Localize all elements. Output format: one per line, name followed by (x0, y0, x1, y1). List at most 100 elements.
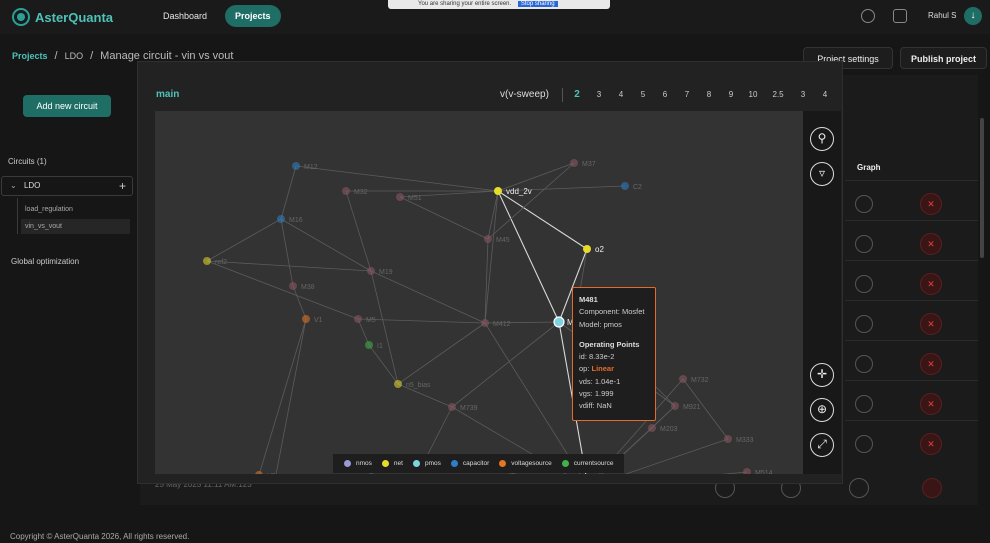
fit-screen-icon[interactable]: ⤢ (810, 433, 834, 457)
graph-icon[interactable] (855, 195, 873, 213)
sweep-tab[interactable]: 6 (654, 89, 676, 101)
graph-node-dot[interactable] (621, 182, 629, 190)
graph-node[interactable]: M12 (292, 162, 318, 171)
sweep-tab[interactable]: 8 (698, 89, 720, 101)
graph-node-dot[interactable] (289, 282, 297, 290)
stop-sharing-button[interactable]: Stop sharing (517, 1, 558, 7)
delete-icon[interactable]: ✕ (920, 273, 942, 295)
graph-node-dot[interactable] (494, 187, 502, 195)
legend-item[interactable]: pmos (412, 460, 441, 467)
legend-item[interactable]: net (381, 460, 403, 467)
delete-icon[interactable]: ✕ (920, 193, 942, 215)
graph-node[interactable]: M37 (570, 159, 596, 168)
graph-node-dot[interactable] (365, 341, 373, 349)
graph-node[interactable]: M38 (289, 282, 315, 291)
sweep-tab[interactable]: 10 (742, 89, 764, 101)
graph-node-dot[interactable] (367, 267, 375, 275)
graph-node-dot[interactable] (255, 471, 263, 474)
filter-icon[interactable]: ▿ (810, 162, 834, 186)
sweep-tab[interactable]: 5 (632, 89, 654, 101)
graph-node[interactable]: M739 (448, 403, 478, 412)
nav-projects[interactable]: Projects (225, 5, 281, 27)
delete-icon[interactable]: ✕ (920, 313, 942, 335)
graph-node-dot[interactable] (553, 316, 565, 328)
graph-node[interactable]: I1 (365, 341, 383, 350)
graph-node-dot[interactable] (648, 424, 656, 432)
sweep-tab[interactable]: 2 (566, 89, 588, 101)
legend-item[interactable]: capacitor (450, 460, 489, 467)
graph-node-dot[interactable] (583, 245, 591, 253)
graph-node-dot[interactable] (277, 215, 285, 223)
app-logo[interactable]: AsterQuanta (12, 8, 113, 26)
graph-icon[interactable] (849, 478, 869, 498)
zoom-in-icon[interactable]: ⊕ (810, 398, 834, 422)
graph-node-dot[interactable] (302, 315, 310, 323)
graph-node-dot[interactable] (342, 187, 350, 195)
graph-svg[interactable]: vdd_2vo2M481vddM12M32M51M45M37C2M16M19re… (155, 111, 803, 474)
graph-icon[interactable] (855, 395, 873, 413)
add-new-circuit-button[interactable]: Add new circuit (23, 95, 111, 117)
delete-icon[interactable]: ✕ (920, 433, 942, 455)
breadcrumb-projects[interactable]: Projects (12, 51, 48, 61)
global-optimization-link[interactable]: Global optimization (11, 257, 79, 266)
graph-node-dot[interactable] (354, 315, 362, 323)
graph-node[interactable]: M203 (648, 424, 678, 433)
graph-node-dot[interactable] (743, 468, 751, 474)
add-test-icon[interactable]: + (119, 177, 126, 195)
search-icon[interactable]: ⚲ (810, 127, 834, 151)
sweep-tab[interactable]: 4 (814, 89, 836, 101)
circuit-graph-canvas[interactable]: vdd_2vo2M481vddM12M32M51M45M37C2M16M19re… (155, 111, 803, 474)
graph-icon[interactable] (855, 315, 873, 333)
nav-dashboard[interactable]: Dashboard (153, 5, 217, 27)
sweep-tab[interactable]: 2.5 (764, 89, 792, 101)
graph-icon[interactable] (855, 235, 873, 253)
graph-node-dot[interactable] (203, 257, 211, 265)
settings-gear-icon[interactable] (861, 9, 875, 23)
sweep-tab[interactable]: 7 (676, 89, 698, 101)
delete-icon[interactable]: ✕ (920, 353, 942, 375)
legend-item[interactable]: currentsource (561, 460, 613, 467)
graph-node[interactable]: M16 (277, 215, 303, 224)
scrollbar[interactable] (980, 118, 984, 258)
graph-node-dot[interactable] (570, 159, 578, 167)
graph-node-dot[interactable] (679, 375, 687, 383)
graph-node[interactable]: V2 (255, 471, 276, 474)
graph-node[interactable]: M51 (396, 193, 422, 202)
notification-icon[interactable] (893, 9, 907, 23)
graph-node[interactable]: M412 (481, 319, 511, 328)
graph-node[interactable]: C2 (621, 182, 642, 191)
legend-item[interactable]: voltagesource (499, 460, 552, 467)
graph-node[interactable]: n5_bias (394, 380, 431, 389)
graph-node[interactable]: M921 (671, 402, 701, 411)
graph-node[interactable]: M32 (342, 187, 368, 196)
sweep-tab[interactable]: 4 (610, 89, 632, 101)
graph-node-dot[interactable] (481, 319, 489, 327)
graph-node-dot[interactable] (484, 235, 492, 243)
graph-node[interactable]: M19 (367, 267, 393, 276)
graph-node-dot[interactable] (396, 193, 404, 201)
graph-icon[interactable] (855, 275, 873, 293)
graph-node[interactable]: M514 (743, 468, 773, 474)
breadcrumb-ldo[interactable]: LDO (65, 51, 84, 61)
user-menu-icon[interactable]: ↓ (964, 7, 982, 25)
graph-node-dot[interactable] (394, 380, 402, 388)
graph-node[interactable]: ref2 (203, 257, 227, 266)
graph-icon[interactable] (855, 435, 873, 453)
sweep-tab[interactable]: 9 (720, 89, 742, 101)
graph-icon[interactable] (855, 355, 873, 373)
delete-icon[interactable] (922, 478, 942, 498)
graph-node-dot[interactable] (671, 402, 679, 410)
delete-icon[interactable]: ✕ (920, 393, 942, 415)
legend-item[interactable]: nmos (344, 460, 372, 467)
graph-node-dot[interactable] (724, 435, 732, 443)
circuit-ldo[interactable]: ⌄ LDO + (1, 176, 133, 196)
sidebar-item-load-regulation[interactable]: load_regulation (21, 202, 130, 217)
graph-node[interactable]: M333 (724, 435, 754, 444)
sweep-tab[interactable]: 3 (588, 89, 610, 101)
graph-node-dot[interactable] (292, 162, 300, 170)
publish-project-button[interactable]: Publish project (900, 47, 987, 69)
graph-node[interactable]: M45 (484, 235, 510, 244)
graph-node[interactable]: V1 (302, 315, 323, 324)
sweep-tab[interactable]: 3 (792, 89, 814, 101)
graph-node[interactable]: M732 (679, 375, 709, 384)
